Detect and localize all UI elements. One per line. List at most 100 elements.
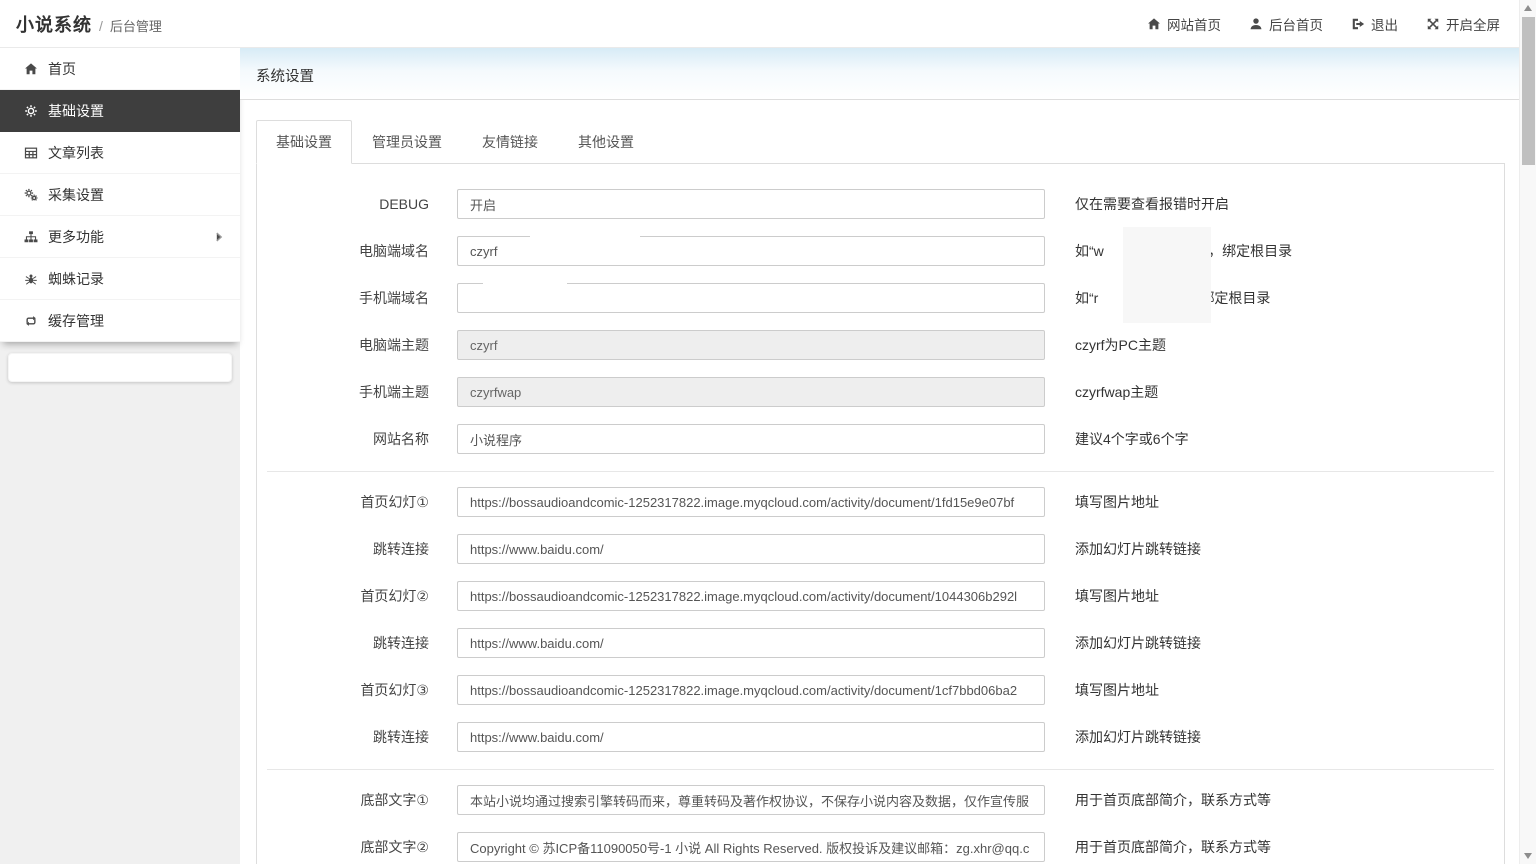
redaction-box (483, 270, 567, 294)
sidebar-item-label: 采集设置 (48, 186, 104, 203)
field-label: 电脑端域名 (359, 243, 429, 259)
tab-other-settings[interactable]: 其他设置 (558, 120, 654, 164)
main-content: 系统设置 基础设置 管理员设置 友情链接 其他设置 DEBUG 仅在需要查看报错… (240, 48, 1536, 864)
sidebar-item-label: 缓存管理 (48, 312, 104, 329)
form-row: 电脑端主题 czyrf为PC主题 (257, 330, 1504, 360)
chevron-right-icon (216, 232, 223, 241)
tab-bar: 基础设置 管理员设置 友情链接 其他设置 (256, 120, 1505, 164)
redaction-box (530, 236, 640, 260)
field-help: 仅在需要查看报错时开启 (1075, 196, 1229, 212)
sidebar-item-article-list[interactable]: 文章列表 (0, 132, 240, 174)
topnav: 网站首页 后台首页 退出 开启全屏 (1147, 14, 1500, 34)
redaction-box (1123, 227, 1211, 323)
sidebar-item-label: 基础设置 (48, 102, 104, 119)
field-help: 用于首页底部简介，联系方式等 (1075, 792, 1271, 808)
sitemap-icon (24, 230, 38, 242)
tab-friend-links[interactable]: 友情链接 (462, 120, 558, 164)
breadcrumb: 后台管理 (109, 18, 162, 34)
field-label: 底部文字① (360, 792, 429, 808)
sidebar-item-more-functions[interactable]: 更多功能 (0, 216, 240, 258)
field-label: 跳转连接 (373, 541, 429, 557)
logout-icon (1352, 18, 1365, 29)
tab-admin-settings[interactable]: 管理员设置 (352, 120, 462, 164)
form-row: 底部文字① 用于首页底部简介，联系方式等 (257, 785, 1504, 815)
cogs-icon (24, 188, 38, 201)
sidebar-item-label: 文章列表 (48, 144, 104, 161)
site-name-input[interactable] (457, 424, 1045, 454)
sidebar-item-label: 首页 (48, 60, 76, 77)
mobile-theme-input[interactable] (457, 377, 1045, 407)
nav-logout[interactable]: 退出 (1351, 14, 1398, 34)
scrollbar[interactable] (1519, 0, 1536, 864)
slide3-url-input[interactable] (457, 675, 1045, 705)
form-row: 首页幻灯③ 填写图片地址 (257, 675, 1504, 705)
form-row: DEBUG 仅在需要查看报错时开启 (257, 189, 1504, 219)
field-help: 填写图片地址 (1075, 588, 1159, 604)
field-label: 手机端主题 (359, 384, 429, 400)
sidebar-item-home[interactable]: 首页 (0, 48, 240, 90)
sidebar-item-basic-settings[interactable]: 基础设置 (0, 90, 240, 132)
form-row: 首页幻灯② 填写图片地址 (257, 581, 1504, 611)
nav-site-home[interactable]: 网站首页 (1147, 14, 1221, 34)
spider-icon (25, 274, 37, 285)
gear-icon (25, 104, 37, 117)
tab-basic-settings[interactable]: 基础设置 (256, 120, 352, 164)
debug-input[interactable] (457, 189, 1045, 219)
nav-admin-home[interactable]: 后台首页 (1249, 14, 1323, 34)
field-help: czyrfwap主题 (1075, 384, 1159, 400)
field-label: 电脑端主题 (359, 337, 429, 353)
sidebar-footer-box[interactable] (8, 353, 232, 382)
topbar: 小说系统 / 后台管理 网站首页 后台首页 退出 开启全屏 (0, 0, 1536, 48)
group-divider (267, 471, 1494, 472)
slide1-link-input[interactable] (457, 534, 1045, 564)
field-help: 用于首页底部简介，联系方式等 (1075, 839, 1271, 855)
sidebar-item-collect-settings[interactable]: 采集设置 (0, 174, 240, 216)
form-row: 跳转连接 添加幻灯片跳转链接 (257, 628, 1504, 658)
sidebar-item-spider-records[interactable]: 蜘蛛记录 (0, 258, 240, 300)
sidebar-item-label: 更多功能 (48, 228, 104, 245)
nav-admin-home-label: 后台首页 (1269, 17, 1323, 33)
slide2-url-input[interactable] (457, 581, 1045, 611)
form-row: 手机端域名 如“r ，绑定根目录 (257, 283, 1504, 313)
field-label: 底部文字② (360, 839, 429, 855)
nav-fullscreen[interactable]: 开启全屏 (1426, 14, 1500, 34)
form-row: 首页幻灯① 填写图片地址 (257, 487, 1504, 517)
nav-site-home-label: 网站首页 (1167, 17, 1221, 33)
field-help: 填写图片地址 (1075, 494, 1159, 510)
nav-fullscreen-label: 开启全屏 (1446, 17, 1500, 33)
scrollbar-up-arrow-icon[interactable] (1524, 5, 1532, 11)
tabs-area: 基础设置 管理员设置 友情链接 其他设置 DEBUG 仅在需要查看报错时开启 电… (256, 120, 1505, 864)
nav-logout-label: 退出 (1371, 17, 1398, 33)
footer-text2-input[interactable] (457, 832, 1045, 862)
sidebar-item-cache-management[interactable]: 缓存管理 (0, 300, 240, 342)
form-row: 网站名称 建议4个字或6个字 (257, 424, 1504, 454)
slide2-link-input[interactable] (457, 628, 1045, 658)
field-help: czyrf为PC主题 (1075, 337, 1166, 353)
brand-area: 小说系统 / 后台管理 (16, 11, 240, 37)
pc-theme-input[interactable] (457, 330, 1045, 360)
form-row: 跳转连接 添加幻灯片跳转链接 (257, 722, 1504, 752)
slide1-url-input[interactable] (457, 487, 1045, 517)
field-help: 建议4个字或6个字 (1075, 431, 1189, 447)
app-title: 小说系统 (16, 14, 92, 35)
field-label: 首页幻灯③ (360, 682, 429, 698)
home-icon (1148, 17, 1160, 29)
field-help: 添加幻灯片跳转链接 (1075, 541, 1201, 557)
field-label: 手机端域名 (359, 290, 429, 306)
table-icon (24, 147, 38, 158)
form-row: 跳转连接 添加幻灯片跳转链接 (257, 534, 1504, 564)
field-label: DEBUG (379, 196, 429, 212)
sidebar-menu: 首页 基础设置 文章列表 采集设置 更多功能 蜘蛛记录 缓存管理 (0, 48, 240, 342)
field-label: 网站名称 (373, 431, 429, 447)
page-title: 系统设置 (256, 69, 314, 85)
sidebar: 首页 基础设置 文章列表 采集设置 更多功能 蜘蛛记录 缓存管理 (0, 48, 240, 864)
home-icon (25, 62, 37, 74)
form-row: 手机端主题 czyrfwap主题 (257, 377, 1504, 407)
form-row: 电脑端域名 如“wm”，绑定根目录 (257, 236, 1504, 266)
scrollbar-down-arrow-icon[interactable] (1524, 853, 1532, 859)
settings-form: DEBUG 仅在需要查看报错时开启 电脑端域名 如“wm”，绑定根目录 手机端域… (256, 164, 1505, 864)
user-icon (1250, 17, 1262, 29)
slide3-link-input[interactable] (457, 722, 1045, 752)
footer-text1-input[interactable] (457, 785, 1045, 815)
scrollbar-thumb[interactable] (1522, 17, 1535, 165)
